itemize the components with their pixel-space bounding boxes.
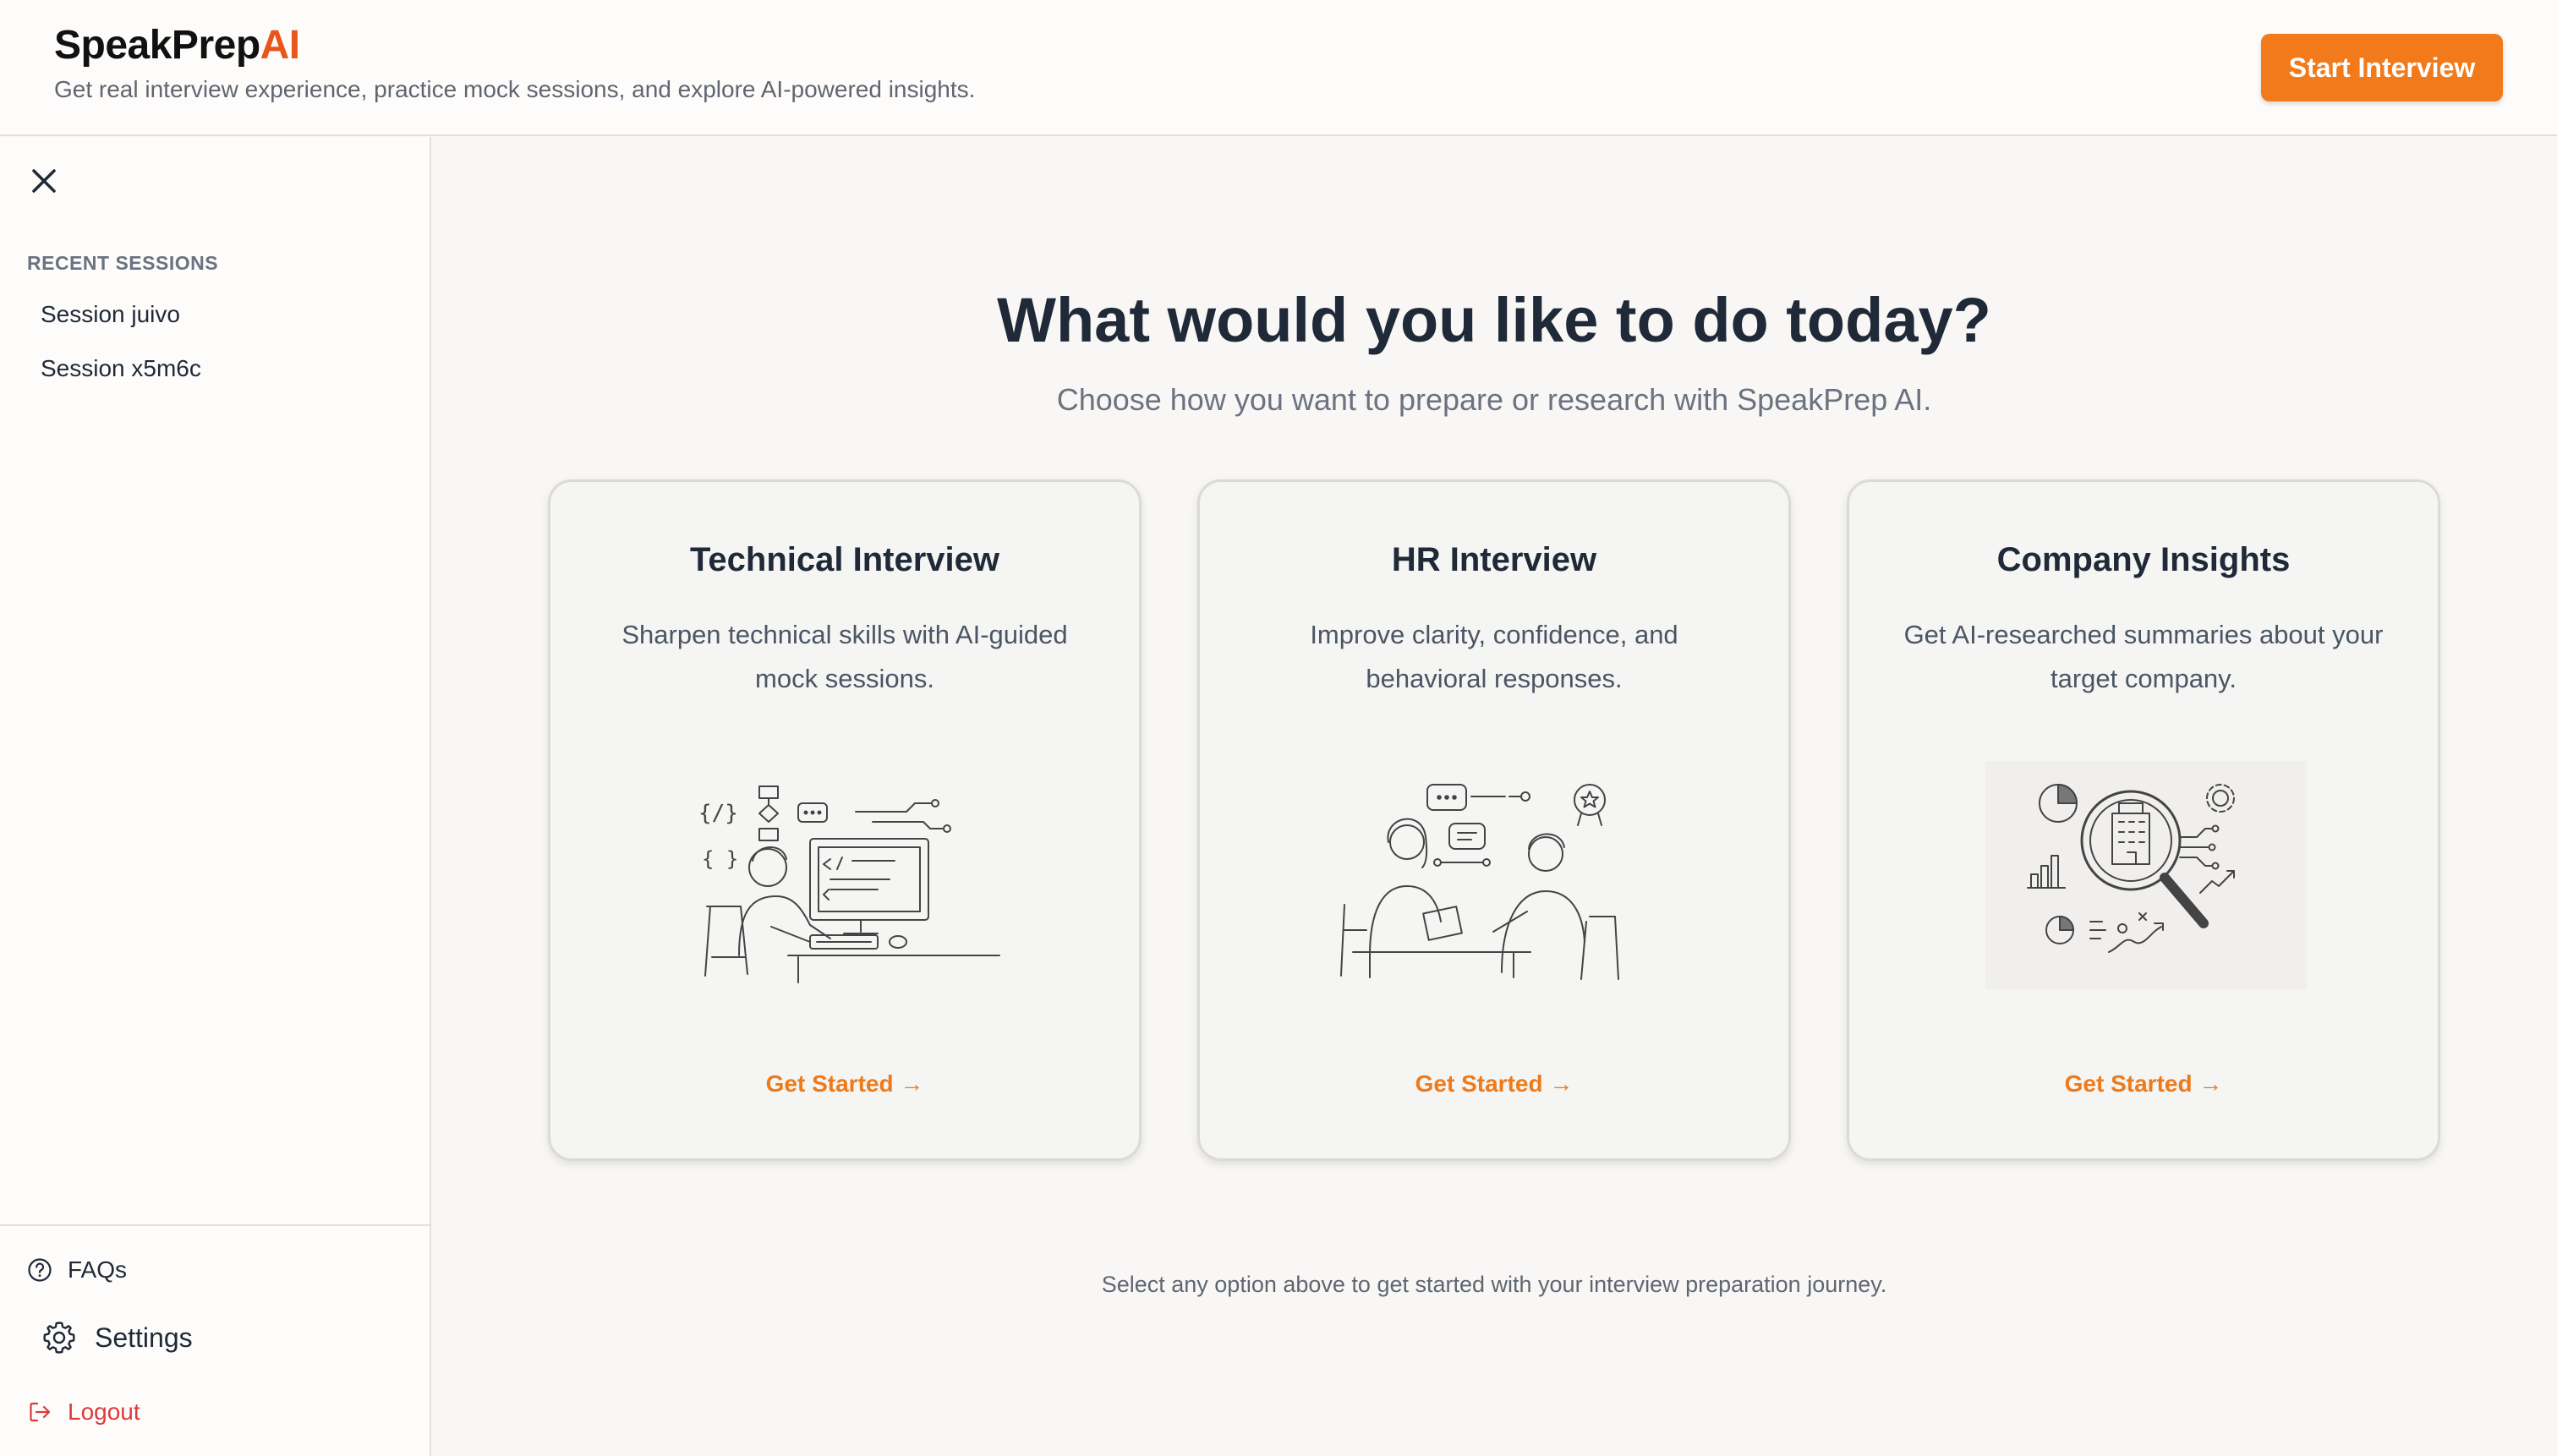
card-title: Technical Interview bbox=[689, 541, 1000, 578]
svg-text:{ }: { } bbox=[702, 847, 738, 871]
svg-text:{/}: {/} bbox=[698, 801, 738, 826]
start-interview-button[interactable]: Start Interview bbox=[2261, 34, 2503, 101]
logout-icon bbox=[30, 1402, 51, 1422]
close-icon[interactable] bbox=[29, 166, 59, 196]
sidebar-footer: FAQs Settings Logout bbox=[0, 1224, 430, 1456]
card-title: HR Interview bbox=[1391, 541, 1597, 578]
company-insights-card[interactable]: Company Insights Get AI-researched summa… bbox=[1847, 479, 2440, 1161]
session-item[interactable]: Session x5m6c bbox=[41, 355, 201, 382]
get-started-link[interactable]: Get Started → bbox=[1849, 1070, 2438, 1097]
card-description: Sharpen technical skills with AI-guided … bbox=[621, 620, 1068, 693]
sidebar: RECENT SESSIONS Session juivo Session x5… bbox=[0, 137, 431, 1456]
app-tagline: Get real interview experience, practice … bbox=[54, 76, 976, 102]
brand-ai-suffix: AI bbox=[260, 23, 301, 68]
brand-name: SpeakPrep bbox=[54, 23, 260, 68]
technical-interview-card[interactable]: Technical Interview Sharpen technical sk… bbox=[548, 479, 1142, 1161]
faqs-link[interactable]: FAQs bbox=[27, 1256, 127, 1284]
session-item[interactable]: Session juivo bbox=[41, 301, 180, 328]
helper-text: Select any option above to get started w… bbox=[1101, 1272, 1887, 1297]
get-started-link[interactable]: Get Started → bbox=[550, 1070, 1139, 1097]
card-description: Improve clarity, confidence, and behavio… bbox=[1310, 620, 1678, 693]
page-subtitle: Choose how you want to prepare or resear… bbox=[1056, 382, 1932, 417]
get-started-link[interactable]: Get Started → bbox=[1200, 1070, 1788, 1097]
help-circle-icon bbox=[28, 1258, 52, 1282]
settings-link[interactable]: Settings bbox=[41, 1319, 193, 1356]
page-title: What would you like to do today? bbox=[997, 285, 1991, 355]
gear-icon bbox=[43, 1322, 75, 1354]
card-title: Company Insights bbox=[1996, 541, 2291, 578]
logout-label: Logout bbox=[68, 1399, 140, 1425]
logout-link[interactable]: Logout bbox=[27, 1399, 140, 1426]
card-description: Get AI-researched summaries about your t… bbox=[1903, 620, 2384, 693]
settings-label: Settings bbox=[95, 1322, 193, 1353]
recent-sessions-heading: RECENT SESSIONS bbox=[27, 252, 219, 274]
company-research-illustration bbox=[1985, 761, 2307, 989]
conversation-illustration bbox=[1340, 784, 1619, 980]
app-logo[interactable]: SpeakPrepAI bbox=[54, 22, 300, 68]
hr-interview-card[interactable]: HR Interview Improve clarity, confidence… bbox=[1197, 479, 1791, 1161]
faqs-label: FAQs bbox=[68, 1256, 128, 1283]
developer-illustration: {/} { } bbox=[698, 785, 1000, 983]
app-header: SpeakPrepAI Get real interview experienc… bbox=[0, 0, 2557, 136]
